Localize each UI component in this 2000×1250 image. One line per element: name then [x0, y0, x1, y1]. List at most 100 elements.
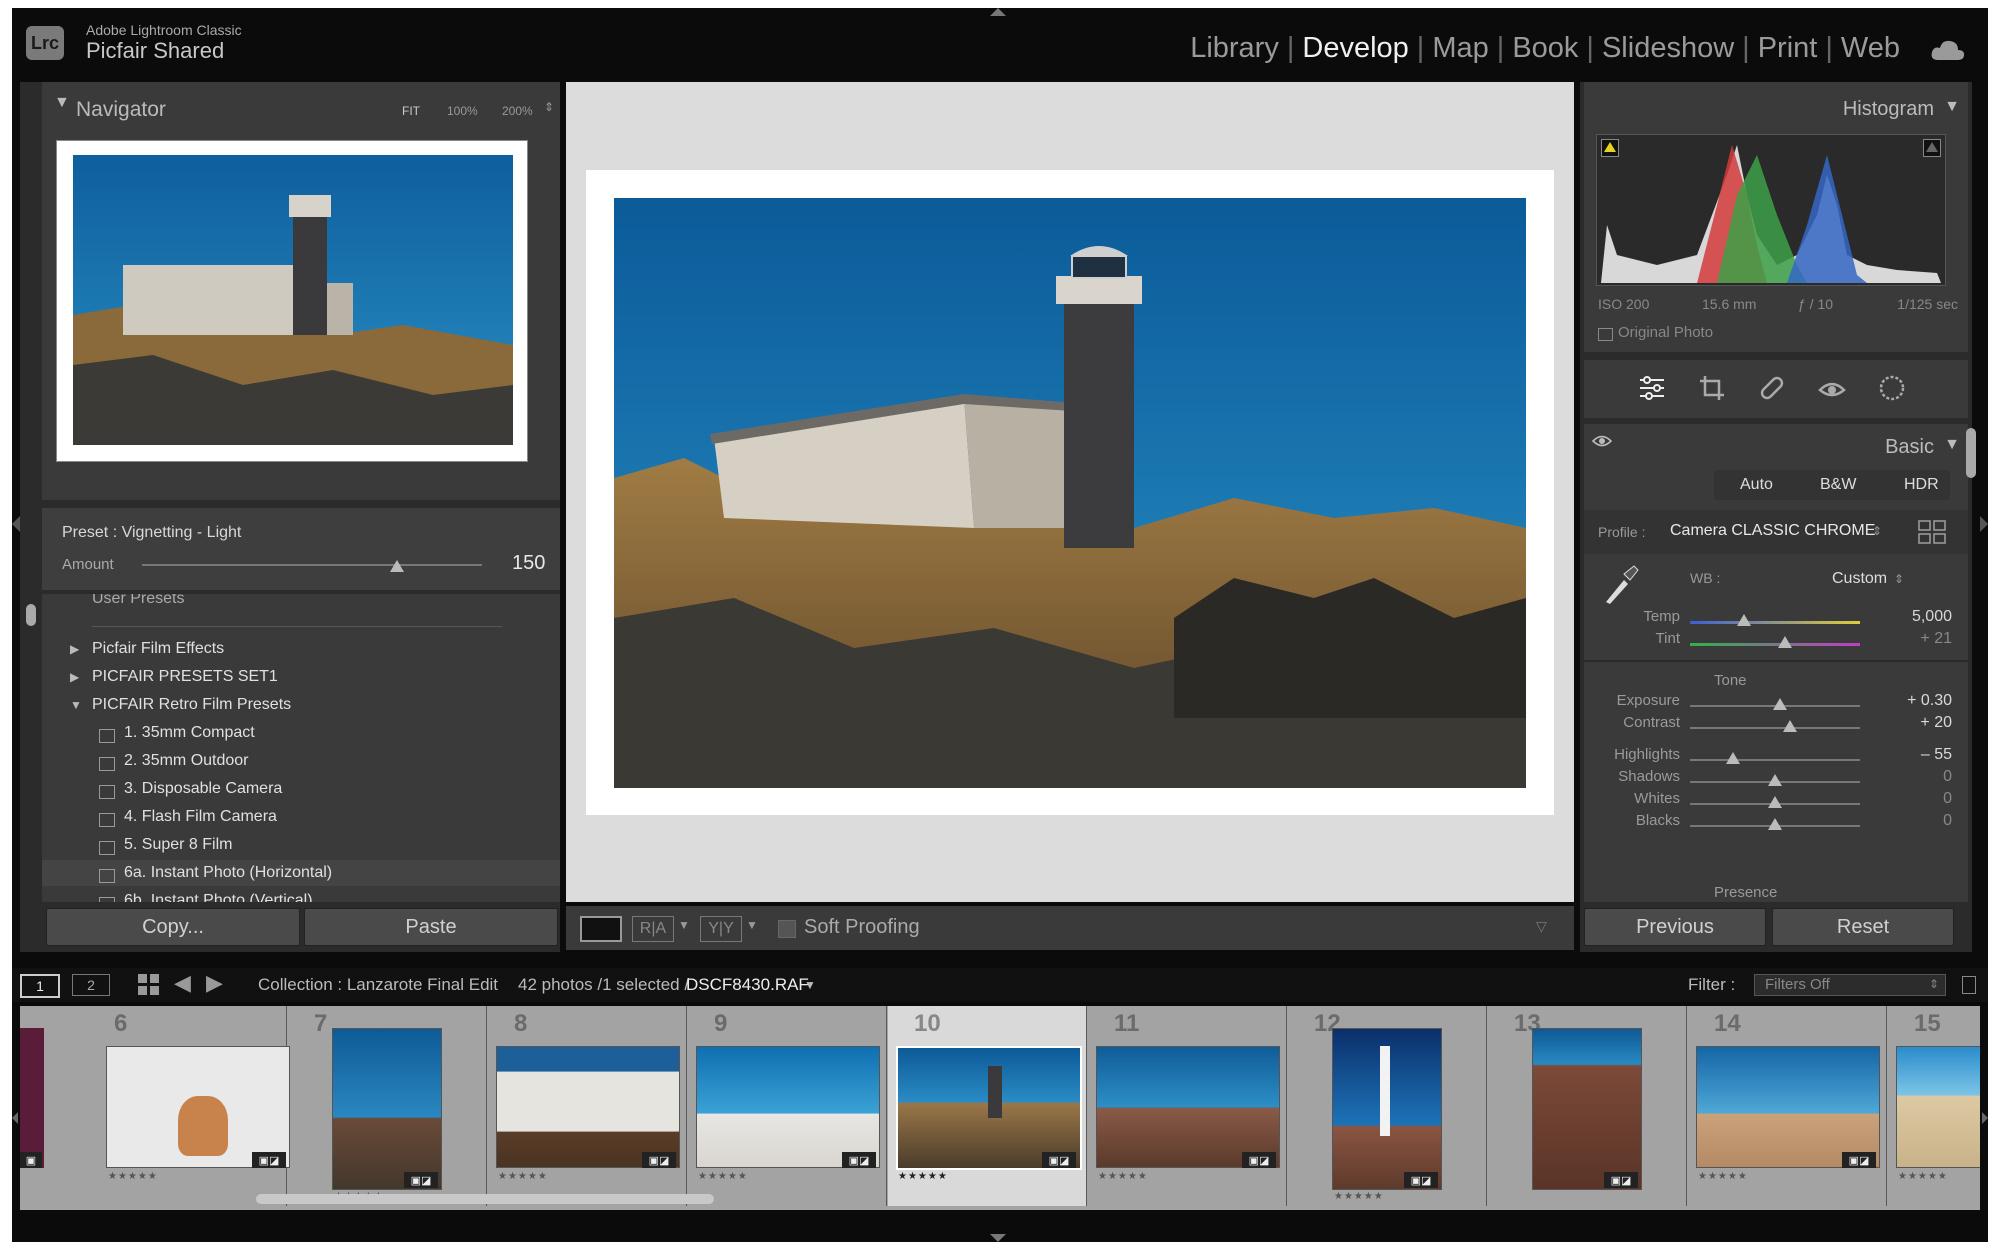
cloud-icon[interactable] — [1930, 38, 1966, 62]
filmstrip-cell[interactable]: 9 ▣◪ ★★★★★ — [688, 1006, 887, 1206]
highlight-clipping-indicator[interactable] — [1923, 139, 1941, 157]
navigator-collapse-icon[interactable]: ▼ — [54, 94, 70, 112]
filter-lock-icon[interactable] — [1962, 976, 1976, 994]
module-map[interactable]: Map — [1432, 32, 1488, 65]
paste-button[interactable]: Paste — [304, 908, 558, 946]
group-collapse-icon[interactable]: ▼ — [70, 698, 82, 712]
module-slideshow[interactable]: Slideshow — [1602, 32, 1734, 65]
group-expand-icon[interactable]: ▶ — [70, 670, 79, 684]
left-panel-scrollbar[interactable] — [26, 604, 36, 626]
back-arrow-icon[interactable]: ◀ — [174, 970, 191, 996]
filmstrip-cell[interactable]: 14 ▣◪ ★★★★★ — [1688, 1006, 1887, 1206]
zoom-200[interactable]: 200% — [502, 104, 533, 118]
slider-thumb-temp[interactable] — [1737, 614, 1752, 626]
slider-value-blacks[interactable]: 0 — [1892, 812, 1952, 830]
crop-icon[interactable] — [1698, 374, 1726, 402]
preset-item[interactable]: 6b. Instant Photo (Vertical) — [124, 892, 313, 902]
slider-value-temp[interactable]: 5,000 — [1892, 608, 1952, 626]
amount-slider-thumb[interactable] — [390, 560, 404, 572]
module-print[interactable]: Print — [1758, 32, 1818, 65]
forward-arrow-icon[interactable]: ▶ — [206, 970, 223, 996]
module-library[interactable]: Library — [1190, 32, 1279, 65]
preset-group-set1[interactable]: PICFAIR PRESETS SET1 — [92, 668, 278, 686]
shadow-clipping-indicator[interactable] — [1601, 139, 1619, 157]
profile-dropdown[interactable]: Camera CLASSIC CHROME — [1670, 522, 1875, 540]
masking-icon[interactable] — [1878, 374, 1906, 402]
slider-value-highlights[interactable]: – 55 — [1892, 746, 1952, 764]
histogram-collapse-icon[interactable]: ▼ — [1944, 98, 1960, 116]
star-rating[interactable]: ★★★★★ — [1334, 1191, 1384, 1202]
edit-sliders-icon[interactable] — [1638, 374, 1666, 402]
preset-item[interactable]: 2. 35mm Outdoor — [124, 752, 249, 770]
chevron-down-icon[interactable]: ▼ — [746, 918, 758, 932]
slider-thumb-whites[interactable] — [1768, 796, 1782, 808]
star-rating[interactable]: ★★★★★ — [1698, 1171, 1748, 1182]
slider-track-contrast[interactable] — [1690, 727, 1860, 729]
profile-stepper-icon[interactable]: ⇕ — [1872, 524, 1882, 538]
slider-track-highlights[interactable] — [1690, 759, 1860, 761]
star-rating[interactable]: ★★★★★ — [1898, 1171, 1948, 1182]
secondary-window-button[interactable]: 2 — [72, 974, 110, 996]
bottom-panel-toggle[interactable] — [990, 1234, 1006, 1242]
slider-value-contrast[interactable]: + 20 — [1892, 714, 1952, 732]
preset-item[interactable]: 5. Super 8 Film — [124, 836, 232, 854]
healing-icon[interactable] — [1758, 374, 1786, 402]
bw-button[interactable]: B&W — [1820, 476, 1856, 494]
star-rating[interactable]: ★★★★★ — [898, 1171, 948, 1182]
filmstrip-cell-selected[interactable]: 10 ▣◪ ★★★★★ — [888, 1006, 1087, 1206]
module-develop[interactable]: Develop — [1302, 32, 1408, 65]
star-rating[interactable]: ★★★★★ — [698, 1171, 748, 1182]
preset-item[interactable]: 4. Flash Film Camera — [124, 808, 277, 826]
amount-slider-track[interactable] — [142, 564, 482, 566]
filmstrip-cell[interactable]: 12 ▣◪ ★★★★★ — [1288, 1006, 1487, 1206]
original-photo-checkbox[interactable] — [1598, 328, 1613, 341]
zoom-100[interactable]: 100% — [447, 104, 478, 118]
filmstrip-cell[interactable]: 7 ▣◪ ★★★★★ — [288, 1006, 487, 1206]
basic-collapse-icon[interactable]: ▼ — [1944, 436, 1960, 454]
slider-thumb-tint[interactable] — [1778, 636, 1793, 648]
selected-filename[interactable]: DSCF8430.RAF — [686, 975, 809, 995]
slider-thumb-shadows[interactable] — [1768, 774, 1782, 786]
soft-proofing-checkbox[interactable] — [778, 920, 796, 938]
wb-dropdown[interactable]: Custom — [1832, 570, 1887, 588]
copy-button[interactable]: Copy... — [46, 908, 300, 946]
profile-browser-grid-icon[interactable] — [1918, 520, 1946, 544]
group-expand-icon[interactable]: ▶ — [70, 642, 79, 656]
before-after-icon[interactable]: R|A — [632, 916, 674, 942]
slider-value-shadows[interactable]: 0 — [1892, 768, 1952, 786]
chevron-down-icon[interactable]: ▼ — [678, 918, 690, 932]
preset-item[interactable]: 6a. Instant Photo (Horizontal) — [124, 864, 332, 882]
left-panel-toggle[interactable] — [12, 516, 20, 532]
star-rating[interactable]: ★★★★★ — [108, 1171, 158, 1182]
before-after-swap-icon[interactable]: Y|Y — [700, 916, 742, 942]
slider-thumb-exposure[interactable] — [1773, 698, 1788, 710]
filmstrip-right-arrow[interactable] — [1982, 1112, 1988, 1124]
eye-icon[interactable] — [1592, 434, 1612, 448]
preset-group-retro-film[interactable]: PICFAIR Retro Film Presets — [92, 696, 291, 714]
right-panel-scrollbar[interactable] — [1966, 428, 1976, 478]
filmstrip-cell[interactable]: 8 ▣◪ ★★★★★ — [488, 1006, 687, 1206]
wb-eyedropper-icon[interactable] — [1598, 562, 1642, 606]
toolbar-menu-icon[interactable]: ▽ — [1536, 918, 1547, 935]
tint-track[interactable] — [1690, 643, 1860, 646]
slider-value-exposure[interactable]: + 0.30 — [1892, 692, 1952, 710]
filmstrip-cell[interactable]: 15 ★★★★★ — [1888, 1006, 1980, 1206]
temp-track[interactable] — [1690, 621, 1860, 624]
hdr-button[interactable]: HDR — [1904, 476, 1939, 494]
slider-value-whites[interactable]: 0 — [1892, 790, 1952, 808]
slider-thumb-contrast[interactable] — [1783, 720, 1798, 732]
previous-button[interactable]: Previous — [1584, 908, 1766, 946]
filmstrip-cell[interactable]: 13 ▣◪ — [1488, 1006, 1687, 1206]
star-rating[interactable]: ★★★★★ — [1098, 1171, 1148, 1182]
red-eye-icon[interactable] — [1818, 374, 1846, 402]
preset-item[interactable]: 3. Disposable Camera — [124, 780, 282, 798]
module-book[interactable]: Book — [1512, 32, 1578, 65]
filmstrip-scrollbar[interactable] — [256, 1194, 714, 1204]
filmstrip-cell[interactable]: 6 ▣◪ ★★★★★ — [88, 1006, 290, 1206]
slider-thumb-blacks[interactable] — [1768, 818, 1782, 830]
module-web[interactable]: Web — [1841, 32, 1900, 65]
slider-thumb-highlights[interactable] — [1725, 752, 1740, 764]
top-panel-toggle[interactable] — [990, 8, 1006, 16]
star-rating[interactable]: ★★★★★ — [498, 1171, 548, 1182]
zoom-fit[interactable]: FIT — [402, 104, 420, 118]
